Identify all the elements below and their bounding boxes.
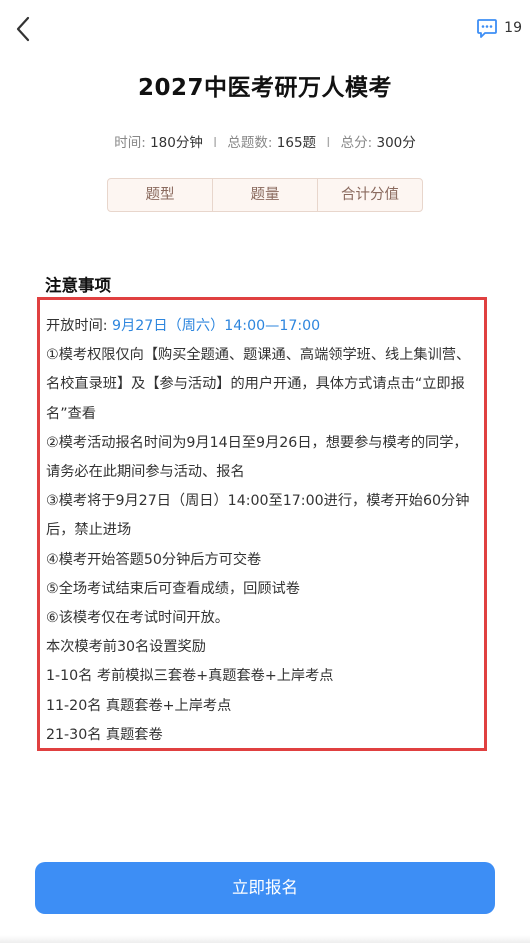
notice-line: ①模考权限仅向【购买全题通、题课通、高端领学班、线上集训营、名校直录班】及【参与… xyxy=(46,347,471,422)
notice-line: ④模考开始答题50分钟后方可交卷 xyxy=(46,551,262,568)
notice-content: 开放时间: 9月27日（周六）14:00—17:00 ①模考权限仅向【购买全题通… xyxy=(37,297,487,751)
bottom-edge xyxy=(0,935,530,943)
time-label: 时间: xyxy=(114,135,146,151)
message-entry[interactable]: 19 xyxy=(476,17,522,39)
questions-value: 165题 xyxy=(276,135,317,151)
back-button[interactable] xyxy=(12,14,38,44)
notice-line: 21-30名 真题套卷 xyxy=(46,726,163,743)
tab-total-score[interactable]: 合计分值 xyxy=(318,179,422,211)
tab-question-count[interactable]: 题量 xyxy=(213,179,318,211)
score-label: 总分: xyxy=(340,135,373,151)
notice-title: 注意事项 xyxy=(45,276,111,295)
notice-line: 1-10名 考前模拟三套卷+真题套卷+上岸考点 xyxy=(46,668,334,685)
notice-line: ③模考将于9月27日（周日）14:00至17:00进行，模考开始60分钟后，禁止… xyxy=(46,493,470,539)
notice-line: 11-20名 真题套卷+上岸考点 xyxy=(46,697,232,714)
notice-line: 本次模考前30名设置奖励 xyxy=(46,639,206,656)
questions-label: 总题数: xyxy=(227,135,273,151)
separator: I xyxy=(213,135,218,151)
notice-line: ⑥该模考仅在考试时间开放。 xyxy=(46,610,229,627)
signup-button[interactable]: 立即报名 xyxy=(35,862,495,914)
top-bar: 19 xyxy=(0,0,530,58)
notice-line: ⑤全场考试结束后可查看成绩，回顾试卷 xyxy=(46,580,300,597)
page-title: 2027中医考研万人模考 xyxy=(137,75,392,101)
message-count: 19 xyxy=(504,20,522,36)
score-value: 300分 xyxy=(376,135,416,151)
exam-info-line: 时间: 180分钟 I 总题数: 165题 I 总分: 300分 xyxy=(0,131,530,151)
message-dots-icon xyxy=(477,19,498,38)
open-time-value: 9月27日（周六）14:00—17:00 xyxy=(112,318,321,334)
tab-question-type[interactable]: 题型 xyxy=(108,179,213,211)
summary-tabs: 题型 题量 合计分值 xyxy=(107,178,423,212)
open-time-label: 开放时间: xyxy=(46,318,108,334)
time-value: 180分钟 xyxy=(150,135,203,151)
notice-line: ②模考活动报名时间为9月14日至9月26日，想要参与模考的同学，请务必在此期间参… xyxy=(46,434,468,481)
open-time-line: 开放时间: 9月27日（周六）14:00—17:00 xyxy=(46,312,478,341)
separator: I xyxy=(326,135,331,151)
chevron-left-icon xyxy=(16,16,30,42)
